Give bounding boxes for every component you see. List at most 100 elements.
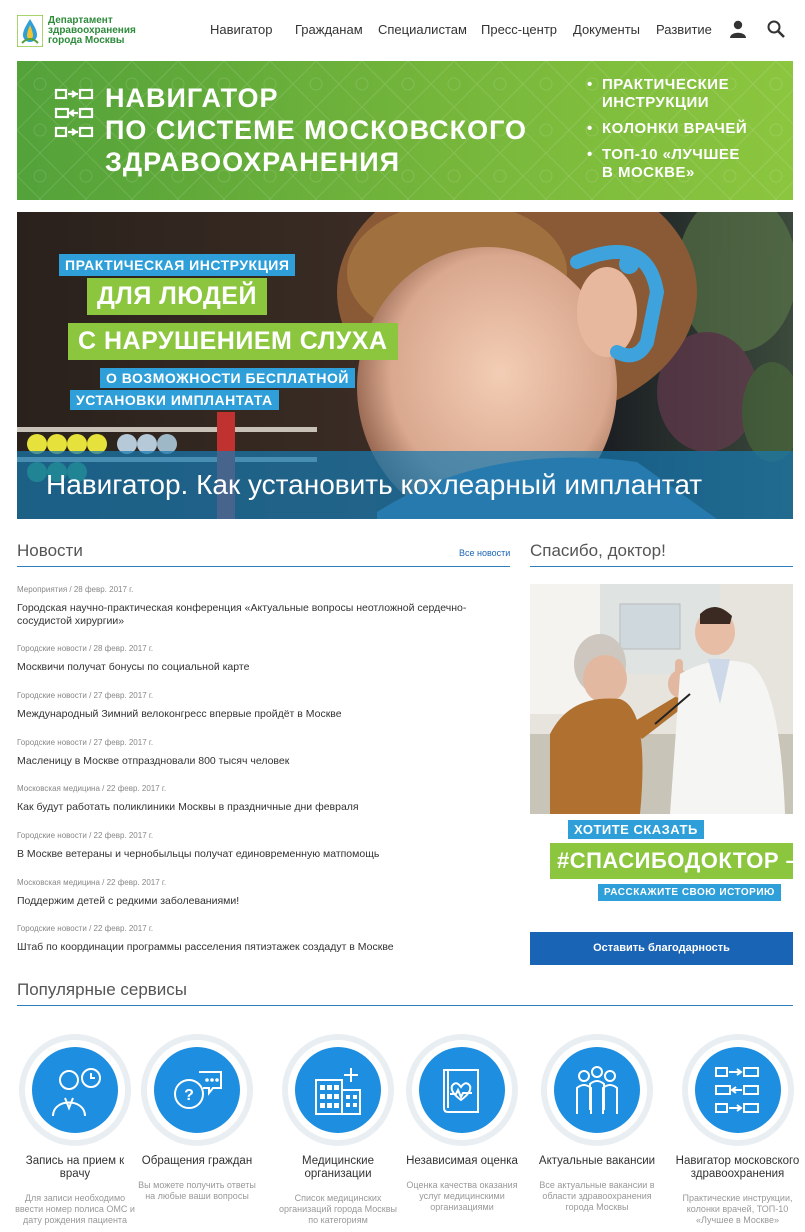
news-meta: Городские новости / 28 февр. 2017 г.	[17, 644, 154, 653]
service-title[interactable]: Запись на прием к врачу	[11, 1155, 139, 1181]
service-card-vacancies[interactable]: Актуальные вакансии Все актуальные вакан…	[533, 1040, 661, 1213]
svg-text:?: ?	[184, 1087, 194, 1104]
service-desc: Список медицинских организаций города Мо…	[279, 1193, 397, 1225]
news-item[interactable]: Городские новости / 27 февр. 2017 г. Меж…	[17, 691, 507, 721]
logo-text: Департамент здравоохранения города Москв…	[48, 16, 136, 46]
hero-list-item[interactable]: ТОП-10 «ЛУЧШЕЕ В МОСКВЕ»	[587, 146, 747, 182]
nav-item-press-center[interactable]: Пресс-центр	[481, 22, 557, 37]
news-title[interactable]: Как будут работать поликлиники Москвы в …	[17, 801, 507, 814]
hero-title-line-2: ПО СИСТЕМЕ МОСКОВСКОГО	[105, 115, 528, 145]
nav-item-documents[interactable]: Документы	[573, 22, 640, 37]
doctor-patient-photo[interactable]	[530, 584, 793, 814]
all-news-link[interactable]: Все новости	[459, 548, 510, 558]
service-circle[interactable]	[412, 1040, 512, 1140]
site-header: Департамент здравоохранения города Москв…	[0, 0, 805, 60]
service-title[interactable]: Актуальные вакансии	[533, 1155, 661, 1168]
logo-line-3: города Москвы	[48, 35, 125, 46]
news-title[interactable]: Международный Зимний велоконгресс впервы…	[17, 708, 507, 721]
service-card-appointment[interactable]: Запись на прием к врачу Для записи необх…	[11, 1040, 139, 1226]
service-title[interactable]: Навигатор московского здравоохранения	[670, 1155, 805, 1181]
hero-feature-list: ПРАКТИЧЕСКИЕ ИНСТРУКЦИИ КОЛОНКИ ВРАЧЕЙ Т…	[587, 76, 747, 190]
news-section-title: Новости	[17, 541, 83, 560]
service-inner: ?	[154, 1047, 240, 1133]
promo-tell-story: РАССКАЖИТЕ СВОЮ ИСТОРИЮ	[598, 884, 781, 901]
thanks-divider	[530, 566, 793, 567]
news-title[interactable]: Штаб по координации программы расселения…	[17, 941, 507, 954]
service-circle[interactable]	[288, 1040, 388, 1140]
navigator-flow-icon	[54, 88, 94, 138]
service-card-navigator[interactable]: Навигатор московского здравоохранения Пр…	[670, 1040, 805, 1226]
hero-list-item[interactable]: ПРАКТИЧЕСКИЕ ИНСТРУКЦИИ	[587, 76, 747, 112]
news-item[interactable]: Городские новости / 28 февр. 2017 г. Мос…	[17, 644, 507, 674]
hospital-building-icon	[315, 1068, 361, 1115]
hero-title-line-1: НАВИГАТОР	[105, 83, 279, 113]
thanks-section-title: Спасибо, доктор!	[530, 541, 666, 560]
news-title[interactable]: Городская научно-практическая конференци…	[17, 602, 507, 628]
service-card-appeals[interactable]: ? Обращения граждан Вы можете получить о…	[133, 1040, 261, 1202]
user-icon[interactable]	[730, 20, 746, 38]
heart-book-icon	[443, 1069, 479, 1113]
service-desc: Все актуальные вакансии в области здраво…	[539, 1180, 655, 1212]
news-item[interactable]: Московская медицина / 22 февр. 2017 г. К…	[17, 784, 507, 814]
navigator-hero-banner[interactable]: НАВИГАТОР ПО СИСТЕМЕ МОСКОВСКОГО ЗДРАВОО…	[17, 61, 793, 200]
service-desc: Практические инструкции, колонки врачей,…	[682, 1193, 793, 1225]
promo-hashtag: #СПАСИБОДОКТОР –	[550, 843, 793, 879]
service-title[interactable]: Медицинские организации	[274, 1155, 402, 1181]
news-meta: Городские новости / 22 февр. 2017 г.	[17, 831, 154, 840]
feature-tag-hearing: С НАРУШЕНИЕМ СЛУХА	[68, 323, 398, 360]
nav-item-navigator[interactable]: Навигатор	[210, 22, 272, 37]
feature-tag-for-people: ДЛЯ ЛЮДЕЙ	[87, 278, 267, 315]
service-inner	[32, 1047, 118, 1133]
news-meta: Московская медицина / 22 февр. 2017 г.	[17, 878, 167, 887]
news-meta: Московская медицина / 22 февр. 2017 г.	[17, 784, 167, 793]
services-section-title: Популярные сервисы	[17, 980, 188, 999]
hero-list-item-2-line-1: КОЛОНКИ ВРАЧЕЙ	[602, 120, 748, 137]
service-circle[interactable]: ?	[147, 1040, 247, 1140]
nav-item-specialists[interactable]: Специалистам	[378, 22, 467, 37]
feature-tag-instruction: ПРАКТИЧЕСКАЯ ИНСТРУКЦИЯ	[59, 254, 296, 276]
people-group-icon	[576, 1066, 618, 1114]
leave-thanks-button[interactable]: Оставить благодарность	[530, 932, 793, 965]
department-logo[interactable]: Департамент здравоохранения города Москв…	[17, 14, 147, 48]
news-item[interactable]: Московская медицина / 22 февр. 2017 г. П…	[17, 878, 507, 908]
service-inner	[554, 1047, 640, 1133]
service-title[interactable]: Обращения граждан	[133, 1155, 261, 1168]
news-title[interactable]: Масленицу в Москве отпраздновали 800 тыс…	[17, 755, 507, 768]
news-meta: Мероприятия / 28 февр. 2017 г.	[17, 585, 134, 594]
hero-title-line-3: ЗДРАВООХРАНЕНИЯ	[105, 147, 401, 177]
doctor-patient-illustration	[530, 584, 793, 814]
nav-item-development[interactable]: Развитие	[656, 22, 712, 37]
hero-list-item-1-line-1: ПРАКТИЧЕСКИЕ	[602, 76, 730, 93]
news-item[interactable]: Городские новости / 27 февр. 2017 г. Мас…	[17, 738, 507, 768]
service-desc: Для записи необходимо ввести номер полис…	[15, 1193, 135, 1225]
service-desc: Оценка качества оказания услуг медицинск…	[406, 1180, 518, 1212]
news-item[interactable]: Городские новости / 22 февр. 2017 г. В М…	[17, 831, 507, 861]
service-card-organizations[interactable]: Медицинские организации Список медицинск…	[274, 1040, 402, 1226]
news-divider	[17, 566, 510, 567]
news-title[interactable]: Москвичи получат бонусы по социальной ка…	[17, 661, 507, 674]
service-circle[interactable]	[547, 1040, 647, 1140]
service-desc: Вы можете получить ответы на любые ваши …	[138, 1180, 256, 1201]
hero-list-item-1-line-2: ИНСТРУКЦИИ	[602, 94, 710, 111]
news-item[interactable]: Городские новости / 22 февр. 2017 г. Шта…	[17, 924, 507, 954]
service-title[interactable]: Независимая оценка	[398, 1155, 526, 1168]
news-item[interactable]: Мероприятия / 28 февр. 2017 г. Городская…	[17, 585, 507, 628]
thanks-promo[interactable]: ХОТИТЕ СКАЗАТЬ #СПАСИБОДОКТОР – РАССКАЖИ…	[530, 814, 793, 930]
service-card-assessment[interactable]: Независимая оценка Оценка качества оказа…	[398, 1040, 526, 1213]
service-circle[interactable]	[25, 1040, 125, 1140]
service-circle[interactable]	[687, 1040, 788, 1140]
hero-list-item[interactable]: КОЛОНКИ ВРАЧЕЙ	[587, 120, 747, 138]
news-meta: Городские новости / 27 февр. 2017 г.	[17, 691, 154, 700]
feature-tag-implant: УСТАНОВКИ ИМПЛАНТАТА	[70, 390, 279, 410]
service-inner	[419, 1047, 505, 1133]
services-divider	[17, 1005, 793, 1006]
nav-item-citizens[interactable]: Гражданам	[295, 22, 363, 37]
hero-title: НАВИГАТОР ПО СИСТЕМЕ МОСКОВСКОГО ЗДРАВОО…	[105, 82, 527, 178]
feature-caption[interactable]: Навигатор. Как установить кохлеарный имп…	[17, 451, 793, 519]
service-inner	[694, 1047, 781, 1133]
question-chat-icon: ?	[174, 1071, 222, 1109]
feature-article-banner[interactable]: ПРАКТИЧЕСКАЯ ИНСТРУКЦИЯ ДЛЯ ЛЮДЕЙ С НАРУ…	[17, 212, 793, 519]
news-title[interactable]: Поддержим детей с редкими заболеваниями!	[17, 895, 507, 908]
news-title[interactable]: В Москве ветераны и чернобыльцы получат …	[17, 848, 507, 861]
search-icon[interactable]	[767, 20, 785, 38]
